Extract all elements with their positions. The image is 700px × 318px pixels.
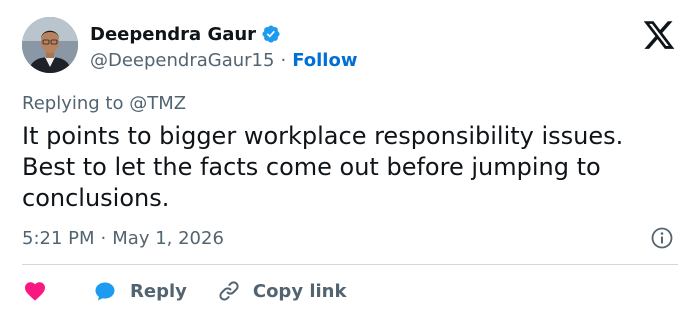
tweet-text: It points to bigger workplace responsibi…	[22, 122, 624, 212]
replying-to[interactable]: Replying to @TMZ	[22, 92, 186, 116]
divider	[22, 264, 678, 265]
author-handle-row: @DeependraGaur15 · Follow	[90, 47, 357, 73]
x-logo-icon[interactable]	[642, 18, 676, 52]
reply-bubble-icon	[95, 282, 115, 301]
action-bar: Reply Copy link	[22, 276, 346, 306]
verified-badge-icon	[262, 25, 280, 43]
follow-button[interactable]: Follow	[292, 50, 357, 71]
reply-button[interactable]: Reply	[92, 279, 187, 303]
author-name-row: Deependra Gaur	[90, 21, 281, 47]
timestamp-separator: ·	[100, 228, 107, 249]
info-icon[interactable]	[650, 226, 674, 250]
tweet-card: Deependra Gaur @DeependraGaur15 · Follow…	[0, 0, 700, 318]
handle-separator: ·	[280, 49, 287, 71]
avatar-image	[22, 17, 78, 73]
tweet-date: May 1, 2026	[112, 228, 224, 249]
author-handle[interactable]: @DeependraGaur15	[90, 50, 274, 71]
reply-label: Reply	[130, 280, 187, 302]
author-display-name[interactable]: Deependra Gaur	[90, 24, 256, 45]
copy-link-label: Copy link	[252, 280, 347, 302]
link-icon	[219, 281, 239, 301]
heart-icon	[25, 282, 45, 301]
like-button[interactable]	[22, 276, 52, 306]
tweet-timestamp[interactable]: 5:21 PM · May 1, 2026	[22, 227, 224, 251]
copy-link-button[interactable]: Copy link	[217, 279, 347, 303]
tweet-time: 5:21 PM	[22, 228, 95, 249]
avatar[interactable]	[22, 17, 78, 73]
